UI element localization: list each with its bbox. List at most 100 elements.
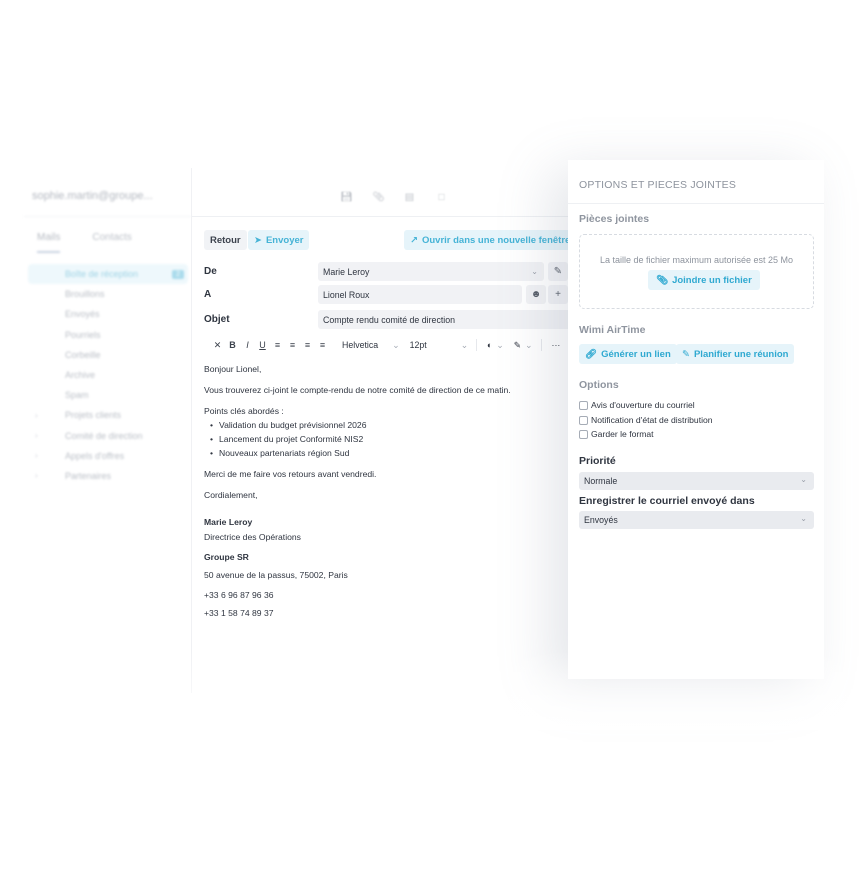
to-label: A (204, 289, 212, 300)
sidebar-item-label: Brouillons (65, 289, 105, 300)
signature-phone-mobile: +33 6 96 87 96 36 (204, 590, 274, 600)
font-family-select[interactable]: Helvetica ⌄ (342, 340, 400, 351)
sidebar-item-label: Boîte de réception (65, 269, 139, 280)
chat-icon[interactable]: □ (436, 192, 447, 203)
underline-icon[interactable]: U (257, 340, 268, 350)
align-center-icon[interactable]: ≡ (287, 340, 298, 350)
sidebar-item-trash[interactable]: Corbeille (28, 345, 188, 365)
edit-sender-button[interactable]: ✎ (548, 262, 568, 281)
sidebar-item-inbox[interactable]: Boîte de réception 2 (28, 264, 188, 285)
list-item: Validation du budget prévisionnel 2026 (210, 418, 564, 432)
send-button[interactable]: ➤ Envoyer (248, 230, 310, 250)
text-color-button[interactable]: ◐ ⌄ (487, 340, 504, 351)
italic-icon[interactable]: I (242, 340, 253, 350)
chevron-down-icon: ⌄ (531, 267, 538, 276)
more-icon: ··· (551, 340, 561, 350)
to-input[interactable]: Lionel Roux (318, 285, 522, 304)
priority-value: Normale (584, 476, 618, 486)
font-size-select[interactable]: 12pt ⌄ (410, 340, 469, 351)
clear-format-icon[interactable]: ✕ (212, 340, 223, 351)
sidebar-item-management-committee[interactable]: › Comité de direction (28, 426, 188, 446)
sidebar-tabs: Mails Contacts (37, 232, 132, 253)
chevron-down-icon: ⌄ (392, 339, 400, 350)
to-row: A Lionel Roux ☻ + (204, 285, 572, 305)
signature-phone-office: +33 1 58 74 89 37 (204, 608, 274, 618)
send-button-label: Envoyer (265, 234, 304, 246)
sidebar-item-spam[interactable]: Spam (28, 385, 188, 405)
more-options-button[interactable]: ··· (552, 340, 561, 350)
panel-divider (568, 203, 824, 204)
option-keep-format[interactable]: Garder le format (579, 428, 654, 440)
message-body[interactable]: Bonjour Lionel, Vous trouverez ci-joint … (204, 362, 564, 626)
link-icon: 🔗︎ (585, 348, 598, 360)
subject-row: Objet Compte rendu comité de direction (204, 310, 572, 330)
paperclip-icon[interactable]: 📎︎ (372, 192, 385, 203)
align-right-icon[interactable]: ≡ (302, 340, 313, 350)
request-paragraph: Merci de me faire vos retours avant vend… (204, 469, 377, 479)
generate-link-button[interactable]: 🔗︎ Générer un lien (579, 344, 677, 364)
palette-icon: ◐ (487, 340, 493, 350)
signature-name: Marie Leroy (204, 517, 253, 527)
intro-paragraph: Vous trouverez ci-joint le compte-rendu … (204, 385, 511, 395)
signature-role: Directrice des Opérations (204, 532, 301, 542)
toolbar-separator (476, 339, 478, 351)
priority-select[interactable]: Normale ⌄ (579, 472, 814, 490)
sidebar-item-tenders[interactable]: › Appels d'offres (28, 446, 188, 466)
chevron-down-icon: ⌄ (460, 339, 469, 350)
chevron-right-icon[interactable]: › (35, 451, 38, 460)
sidebar-item-label: Projets clients (65, 410, 122, 421)
back-button[interactable]: Retour (204, 230, 247, 250)
bold-icon[interactable]: B (227, 340, 238, 350)
chevron-right-icon[interactable]: › (35, 471, 38, 480)
add-recipient-button[interactable]: + (548, 285, 568, 304)
chevron-right-icon[interactable]: › (35, 411, 38, 420)
save-in-value: Envoyés (584, 515, 618, 525)
sidebar-item-archive[interactable]: Archive (28, 365, 188, 385)
highlight-button[interactable]: ✎ ⌄ (514, 340, 533, 351)
chevron-right-icon[interactable]: › (35, 431, 38, 440)
attach-file-button[interactable]: 📎︎ Joindre un fichier (648, 270, 760, 290)
font-family-value: Helvetica (342, 340, 379, 350)
sidebar-item-label: Envoyés (65, 309, 100, 320)
attachments-section-title: Pièces jointes (579, 213, 650, 225)
unread-count-badge: 2 (172, 269, 184, 279)
signature-address: 50 avenue de la passus, 75002, Paris (204, 570, 348, 580)
option-delivery-notification[interactable]: Notification d'état de distribution (579, 414, 713, 426)
sidebar-item-label: Pourriels (65, 329, 101, 340)
align-left-icon[interactable]: ≡ (272, 340, 283, 350)
from-label: De (204, 266, 217, 277)
closing: Cordialement, (204, 490, 258, 500)
highlighter-icon: ✎ (513, 339, 522, 350)
sidebar-item-partners[interactable]: › Partenaires (28, 466, 188, 486)
compose-area: 💾︎ 📎︎ ▤ □ Retour ➤ Envoyer ↗ Ouvrir dans… (192, 168, 572, 693)
sidebar-item-drafts[interactable]: Brouillons (28, 284, 188, 304)
to-value: Lionel Roux (323, 289, 370, 300)
checkbox[interactable] (579, 415, 588, 425)
from-select[interactable]: Marie Leroy ⌄ (318, 262, 544, 281)
points-title: Points clés abordés : (204, 406, 284, 416)
save-in-select[interactable]: Envoyés ⌄ (579, 511, 814, 529)
option-label: Garder le format (591, 429, 654, 439)
options-section-title: Options (579, 379, 619, 391)
sidebar-item-label: Archive (65, 370, 96, 381)
external-link-icon: ↗ (410, 234, 418, 246)
contacts-button[interactable]: ☻ (526, 285, 546, 304)
sidebar-item-client-projects[interactable]: › Projets clients (28, 405, 188, 425)
align-justify-icon[interactable]: ≡ (317, 340, 328, 350)
checkbox[interactable] (579, 429, 588, 439)
signature-icon[interactable]: ▤ (404, 192, 415, 203)
account-email[interactable]: sophie.martin@groupe... (32, 190, 153, 202)
tab-mails[interactable]: Mails (37, 232, 61, 253)
save-icon[interactable]: 💾︎ (340, 192, 353, 203)
attachment-dropzone[interactable]: La taille de fichier maximum autorisée e… (579, 234, 814, 309)
option-read-receipt[interactable]: Avis d'ouverture du courriel (579, 399, 695, 411)
subject-input[interactable]: Compte rendu comité de direction (318, 310, 572, 329)
subject-value: Compte rendu comité de direction (323, 314, 456, 325)
sidebar-item-junk[interactable]: Pourriels (28, 325, 188, 345)
checkbox[interactable] (579, 400, 588, 410)
font-size-value: 12pt (409, 340, 427, 350)
open-new-window-button[interactable]: ↗ Ouvrir dans une nouvelle fenêtre (404, 230, 572, 250)
sidebar-item-sent[interactable]: Envoyés (28, 304, 188, 324)
tab-contacts[interactable]: Contacts (92, 232, 131, 253)
plan-meeting-button[interactable]: ✎ Planifier une réunion (676, 344, 795, 364)
